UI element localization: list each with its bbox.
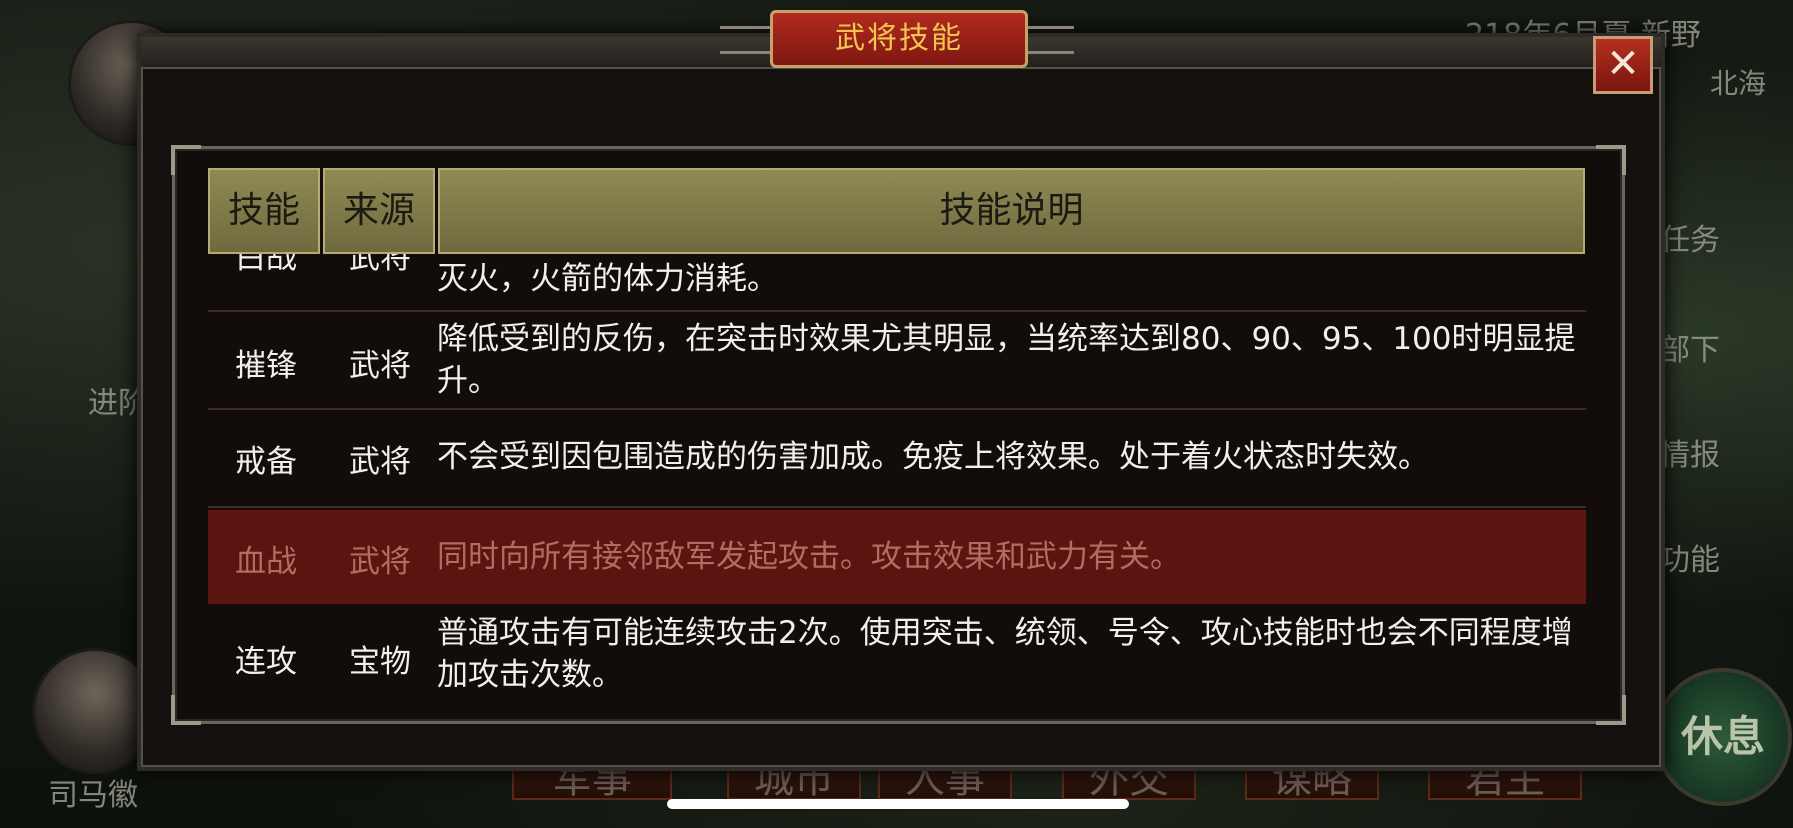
column-header-skill: 技能: [208, 168, 320, 254]
region-label: 北海: [1710, 67, 1767, 100]
corner-ornament-br: [1596, 695, 1626, 725]
close-icon: ✕: [1606, 41, 1640, 87]
skill-name: 摧锋: [235, 348, 297, 384]
table-row[interactable]: 戒备 武将 不会受到因包围造成的伤害加成。免疫上将效果。处于着火状态时失效。: [208, 410, 1586, 508]
home-indicator[interactable]: [667, 799, 1129, 809]
skill-name: 血战: [235, 544, 297, 580]
skill-description: 普通攻击有可能连续攻击2次。使用突击、统领、号令、攻心技能时也会不同程度增加攻击…: [437, 615, 1573, 693]
skill-description: 同时向所有接邻敌军发起攻击。攻击效果和武力有关。: [437, 539, 1181, 575]
skill-source: 武将: [349, 444, 411, 480]
corner-ornament-tr: [1596, 145, 1626, 175]
skill-name: 连攻: [235, 644, 297, 680]
row-divider: [208, 506, 1586, 508]
skill-name: 戒备: [235, 444, 297, 480]
skill-source: 武将: [349, 254, 411, 276]
side-menu-subordinates[interactable]: 部下: [1660, 325, 1720, 369]
skill-source: 宝物: [349, 644, 411, 680]
general-name-label: 司马徽: [48, 778, 138, 813]
table-row[interactable]: 白战 武将 灭火，火箭的体力消耗。: [208, 254, 1586, 312]
skill-name: 白战: [235, 254, 297, 276]
skill-description: 降低受到的反伤，在突击时效果尤其明显，当统率达到80、90、95、100时明显提…: [437, 321, 1576, 399]
corner-ornament-tl: [171, 145, 201, 175]
dialog-title: 武将技能: [770, 10, 1028, 68]
close-button[interactable]: ✕: [1593, 36, 1653, 94]
skill-source: 武将: [349, 348, 411, 384]
table-row[interactable]: 摧锋 武将 降低受到的反伤，在突击时效果尤其明显，当统率达到80、90、95、1…: [208, 312, 1586, 410]
side-menu-functions[interactable]: 功能: [1660, 535, 1720, 579]
skill-source: 武将: [349, 544, 411, 580]
side-menu-intel[interactable]: 情报: [1660, 430, 1720, 474]
skill-description: 灭火，火箭的体力消耗。: [437, 261, 778, 297]
corner-ornament-bl: [171, 695, 201, 725]
skill-description: 不会受到因包围造成的伤害加成。免疫上将效果。处于着火状态时失效。: [437, 439, 1429, 475]
table-row-selected[interactable]: 血战 武将 同时向所有接邻敌军发起攻击。攻击效果和武力有关。: [208, 510, 1586, 604]
side-menu-tasks[interactable]: 任务: [1660, 215, 1720, 259]
table-row[interactable]: 连攻 宝物 普通攻击有可能连续攻击2次。使用突击、统领、号令、攻心技能时也会不同…: [208, 606, 1586, 702]
column-header-source: 来源: [323, 168, 435, 254]
skills-list[interactable]: 白战 武将 灭火，火箭的体力消耗。 摧锋 武将 降低受到的反伤，在突击时效果尤其…: [208, 254, 1586, 705]
rest-button[interactable]: 休息: [1654, 668, 1792, 806]
column-header-description: 技能说明: [438, 168, 1585, 254]
